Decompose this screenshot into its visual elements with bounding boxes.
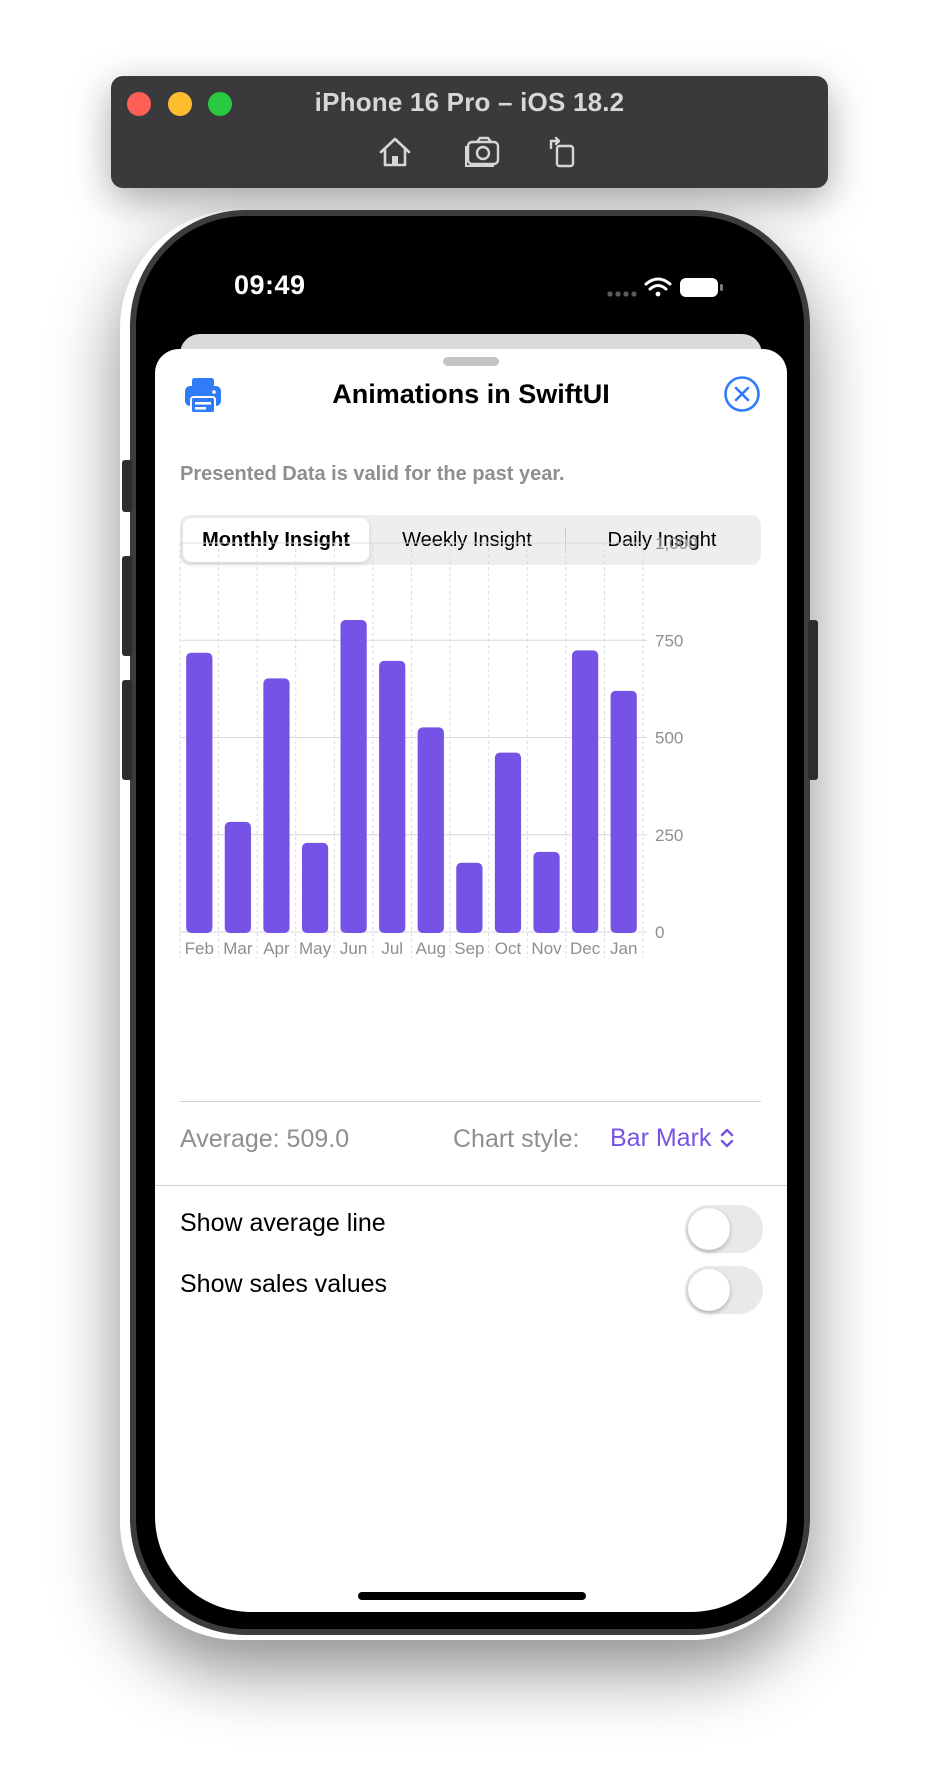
average-value: Average: 509.0 [180,1125,350,1153]
bar-aug [417,727,444,933]
x-tick-label: Nov [531,939,562,958]
show-sales-values-toggle[interactable] [685,1266,763,1314]
chart-separator [180,1101,761,1102]
bar-jun [340,620,367,933]
cellular-icon [607,291,637,297]
bar-mar [224,821,251,933]
power-button [808,620,818,780]
x-tick-label: Dec [570,939,601,958]
x-tick-label: Mar [223,939,253,958]
insight-sheet: Animations in SwiftUI Presented Data is … [155,349,787,1612]
bar-may [301,842,329,933]
bar-dec [572,650,599,933]
x-tick-label: Jun [340,939,367,958]
x-tick-label: Sep [454,939,484,958]
chart-style-picker[interactable]: Bar Mark [610,1121,735,1155]
y-tick-label: 750 [655,631,683,650]
action-button [122,460,132,512]
volume-up-button [122,556,132,656]
home-indicator [358,1592,586,1600]
screenshot-icon[interactable] [464,134,504,170]
x-tick-label: Apr [263,939,290,958]
status-icons [607,277,723,297]
bar-apr [263,678,290,933]
bar-jan [610,690,637,933]
bar-jul [379,660,406,933]
show-average-line-label: Show average line [180,1209,386,1237]
x-tick-label: Oct [495,939,522,958]
sales-bar-chart-plot: 1,000 750 500 250 0 Feb Mar Apr May Jun Jul Aug Sep O… [179,534,698,958]
toggle-knob [688,1208,730,1250]
y-tick-label: 0 [655,923,664,942]
chart-style-value: Bar Mark [610,1123,712,1152]
bar-oct [494,752,522,933]
volume-down-button [122,680,132,780]
bar-nov [533,851,560,933]
home-icon[interactable] [375,134,415,170]
wifi-icon [644,277,672,297]
toggle-knob [688,1269,730,1311]
y-tick-label: 500 [655,729,683,748]
bar-sep [456,862,483,933]
rotate-icon[interactable] [543,134,583,170]
chart-style-label: Chart style: [453,1125,580,1153]
x-tick-label: Feb [185,939,214,958]
show-average-line-toggle[interactable] [685,1205,763,1253]
bar-feb [186,652,213,933]
status-time: 09:49 [234,270,306,300]
x-tick-label: May [299,939,332,958]
x-tick-label: Jul [381,939,403,958]
simulator-title-bar: iPhone 16 Pro – iOS 18.2 [111,76,828,188]
battery-icon [680,278,723,297]
x-tick-label: Jan [610,939,637,958]
y-tick-label: 1,000 [655,534,698,553]
show-sales-values-label: Show sales values [180,1270,388,1298]
y-tick-label: 250 [655,826,683,845]
simulator-title: iPhone 16 Pro – iOS 18.2 [314,87,625,117]
x-tick-label: Aug [416,939,446,958]
form-separator [155,1185,787,1186]
chevron-up-down-icon [721,1128,734,1148]
